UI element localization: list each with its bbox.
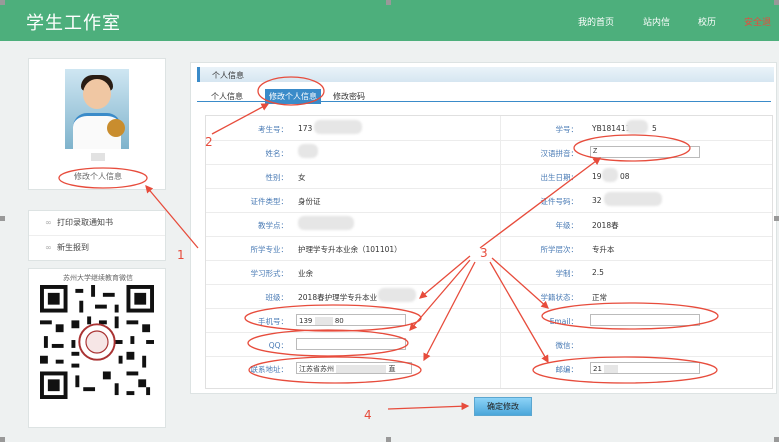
annotation-4: 4 <box>364 408 372 422</box>
tab-edit-profile[interactable]: 修改个人信息 <box>265 89 321 104</box>
annotation-2: 2 <box>205 135 213 149</box>
id-no-value: 32 <box>592 196 602 205</box>
form-row: 手机号： 139 80 Email： <box>206 308 772 333</box>
duration-value: 2.5 <box>592 268 604 277</box>
edit-profile-link[interactable]: 修改个人信息 <box>29 171 167 182</box>
status-value: 正常 <box>592 293 607 302</box>
link-icon: ∞ <box>45 243 52 252</box>
form-row: 联系地址： 江苏省苏州 直 邮编： 21 <box>206 356 772 380</box>
link-icon: ∞ <box>45 218 52 227</box>
annotation-3: 3 <box>480 246 488 260</box>
form-row: 证件类型： 身份证 证件号码： 32 <box>206 188 772 213</box>
qr-code-icon <box>40 285 154 399</box>
annotation-1: 1 <box>177 248 185 262</box>
handle <box>774 216 779 221</box>
avatar <box>65 69 129 149</box>
sidebar: 修改个人信息 ∞ 打印录取通知书 ∞ 新生报到 苏州大学继续教育微信 <box>28 58 166 428</box>
qr-title: 苏州大学继续教育微信 <box>63 274 133 282</box>
sidebar-menu: ∞ 打印录取通知书 ∞ 新生报到 <box>28 210 166 261</box>
handle <box>0 0 5 5</box>
major-value: 护理学专升本业余（101101） <box>298 245 402 254</box>
nav-messages[interactable]: 站内信 <box>643 15 670 28</box>
pinyin-input[interactable] <box>590 146 700 158</box>
profile-card: 修改个人信息 <box>28 58 166 190</box>
handle <box>774 0 779 5</box>
main-panel: 个人信息 个人信息 修改个人信息 修改密码 考生号： 173 学号： YB181… <box>190 62 777 394</box>
form-row: 教学点： 年级： 2018春 <box>206 212 772 237</box>
id-type-value: 身份证 <box>298 197 321 206</box>
panel-title-bar: 个人信息 <box>197 67 774 82</box>
address-input[interactable]: 江苏省苏州 直 <box>296 362 412 374</box>
profile-form: 考生号： 173 学号： YB181411 5 姓名： 汉语拼音： 性别： 女 … <box>205 115 773 389</box>
form-row: QQ： 微信： <box>206 332 772 357</box>
tab-profile[interactable]: 个人信息 <box>211 91 243 102</box>
app-header: 学生工作室 我的首页 站内信 校历 安全退 <box>0 0 779 41</box>
tab-change-password[interactable]: 修改密码 <box>333 91 365 102</box>
nav-calendar[interactable]: 校历 <box>698 15 716 28</box>
student-no-value: YB181411 <box>592 124 631 133</box>
handle <box>386 437 391 442</box>
handle <box>0 437 5 442</box>
sidebar-item-print-notice[interactable]: ∞ 打印录取通知书 <box>29 211 165 236</box>
handle <box>774 437 779 442</box>
exam-no-value: 173 <box>298 124 313 133</box>
postcode-input[interactable]: 21 <box>590 362 700 374</box>
form-row: 姓名： 汉语拼音： <box>206 140 772 165</box>
class-value: 2018春护理学专升本业 <box>298 293 378 302</box>
panel-title: 个人信息 <box>212 71 244 80</box>
form-row: 所学专业： 护理学专升本业余（101101） 所学层次： 专升本 <box>206 236 772 261</box>
study-form-value: 业余 <box>298 269 313 278</box>
form-row: 考生号： 173 学号： YB181411 5 <box>206 116 772 141</box>
app-title: 学生工作室 <box>26 13 121 34</box>
level-value: 专升本 <box>592 245 615 254</box>
birth-value: 19 <box>592 172 602 181</box>
nav-logout[interactable]: 安全退 <box>744 15 771 28</box>
qq-input[interactable] <box>296 338 406 350</box>
handle <box>386 0 391 5</box>
form-row: 班级： 2018春护理学专升本业 学籍状态： 正常 <box>206 284 772 309</box>
nav-home[interactable]: 我的首页 <box>578 15 614 28</box>
grade-value: 2018春 <box>592 221 619 230</box>
form-row: 学习形式： 业余 学制： 2.5 <box>206 260 772 285</box>
gender-value: 女 <box>298 173 306 182</box>
form-row: 性别： 女 出生日期： 19 08 <box>206 164 772 189</box>
qr-card: 苏州大学继续教育微信 <box>28 268 166 428</box>
phone-input[interactable]: 139 80 <box>296 314 406 326</box>
sidebar-item-registration[interactable]: ∞ 新生报到 <box>29 236 165 260</box>
handle <box>0 216 5 221</box>
tab-bar: 个人信息 修改个人信息 修改密码 <box>197 83 771 104</box>
student-name-blurred <box>91 153 105 161</box>
email-input[interactable] <box>590 314 700 326</box>
submit-button[interactable]: 确定修改 <box>474 397 532 416</box>
